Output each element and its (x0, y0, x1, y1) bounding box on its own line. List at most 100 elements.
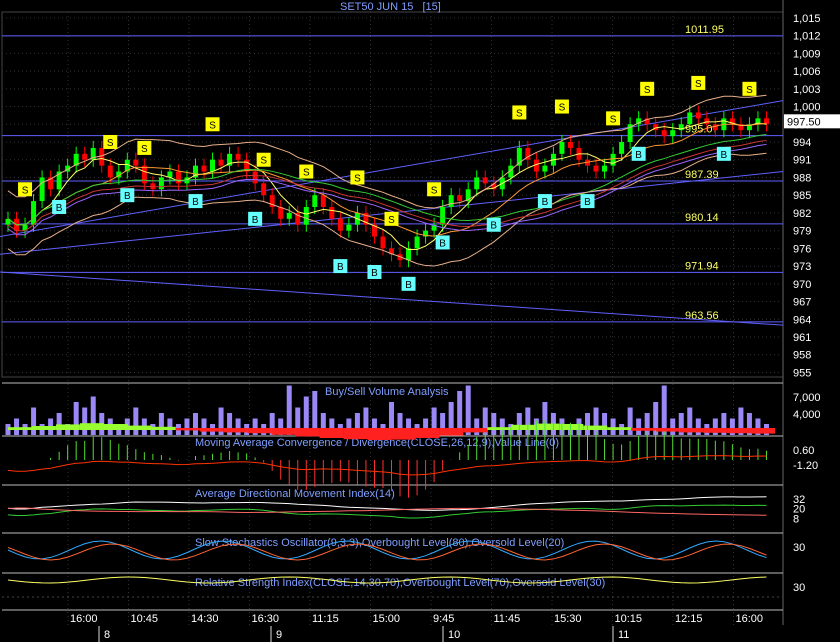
volume-oscillator-bar (655, 428, 680, 432)
volume-oscillator-bar (79, 423, 104, 430)
candle-body (542, 165, 548, 172)
volume-oscillator-bar (103, 424, 128, 430)
level-label: 980.14 (685, 212, 719, 224)
sell-signal-label: S (303, 168, 310, 179)
x-tick-label: 15:00 (373, 613, 401, 625)
chart-canvas[interactable]: 1,0151,0121,0091,0061,0031,0009979949919… (0, 0, 840, 642)
sell-signal-label: S (431, 185, 438, 196)
candle-body (610, 153, 616, 166)
symbol-label: SET50 JUN 15 (340, 1, 414, 13)
volume-oscillator-bar (535, 423, 560, 430)
panel-title: Average Directional Movement Index(14) (195, 488, 395, 500)
macd-line (7, 455, 767, 476)
volume-oscillator-bar (8, 427, 32, 430)
panel-tick-label: 0.60 (793, 445, 814, 457)
buy-signal-label: B (490, 221, 497, 232)
y-tick-label: 1,009 (793, 48, 821, 60)
volume-oscillator-bar (271, 428, 296, 435)
volume-bar (192, 413, 198, 435)
volume-bar (167, 418, 173, 435)
volume-oscillator-bar (295, 428, 320, 437)
x-tick-label: 10:45 (131, 613, 159, 625)
candle-body (474, 177, 480, 190)
candle-body (261, 183, 267, 196)
volume-bar (82, 407, 88, 435)
x-tick-label: 10:15 (615, 613, 643, 625)
y-tick-label: 988 (793, 172, 811, 184)
candle-body (567, 142, 573, 148)
y-tick-label: 961 (793, 332, 811, 344)
volume-bar (644, 413, 650, 435)
volume-oscillator-bar (343, 428, 368, 440)
y-tick-label: 964 (793, 314, 811, 326)
buy-signal-label: B (192, 197, 199, 208)
chart-window: 1,0151,0121,0091,0061,0031,0009979949919… (0, 0, 840, 642)
candle-body (661, 130, 667, 137)
volume-oscillator-bar (751, 428, 775, 434)
volume-bar (636, 418, 642, 435)
volume-bar (670, 418, 676, 435)
candle-body (99, 147, 105, 166)
panel-tick-label: -1.20 (793, 460, 818, 472)
chart-title: SET50 JUN 15 [15] (340, 1, 441, 13)
volume-oscillator-bar (487, 427, 512, 430)
interval-label: [15] (422, 1, 441, 13)
buy-signal-label: B (584, 197, 591, 208)
sell-signal-label: S (610, 114, 617, 125)
y-tick-label: 979 (793, 226, 811, 238)
volume-oscillator-bar (583, 425, 608, 430)
x-tick-label: 9:45 (433, 613, 454, 625)
y-tick-label: 958 (793, 350, 811, 362)
candle-body (337, 218, 343, 231)
candle-body (346, 224, 352, 231)
buy-signal-label: B (635, 150, 642, 161)
candle-body (687, 112, 693, 125)
panel-title: Slow Stochastics Oscillator(9,3,3),Overb… (195, 537, 564, 549)
day-label: 10 (448, 629, 460, 641)
volume-bar (491, 413, 497, 435)
y-tick-label: 1,003 (793, 84, 821, 96)
candle-body (593, 165, 599, 172)
volume-bar (465, 385, 471, 435)
moving-average-slow (7, 133, 767, 226)
sell-signal-label: S (354, 173, 361, 184)
sell-signal-label: S (107, 138, 114, 149)
buy-signal-label: B (371, 268, 378, 279)
volume-oscillator-bar (319, 428, 344, 438)
candle-body (602, 165, 608, 172)
sell-signal-label: S (644, 85, 651, 96)
volume-bar (31, 407, 37, 435)
volume-bar (695, 418, 701, 435)
buy-signal-label: B (252, 215, 259, 226)
x-tick-label: 12:15 (675, 613, 703, 625)
candle-body (158, 177, 164, 190)
y-tick-label: 970 (793, 279, 811, 291)
level-label: 971.94 (685, 260, 719, 272)
y-tick-label: 982 (793, 208, 811, 220)
buy-signal-label: B (439, 238, 446, 249)
candle-body (31, 201, 37, 225)
candle-body (619, 142, 625, 154)
panel-tick-label: 8 (793, 513, 799, 525)
volume-bar (661, 385, 667, 435)
y-tick-label: 967 (793, 297, 811, 309)
panel-title: Buy/Sell Volume Analysis (325, 386, 449, 398)
candle-body (133, 159, 139, 166)
volume-oscillator-bar (151, 426, 176, 430)
x-tick-label: 14:30 (191, 613, 219, 625)
x-tick-label: 15:30 (554, 613, 582, 625)
day-label: 8 (104, 629, 110, 641)
candle-body (278, 207, 284, 219)
volume-oscillator-bar (559, 424, 584, 430)
volume-oscillator-bar (175, 428, 200, 431)
buy-signal-label: B (337, 262, 344, 273)
candle-body (380, 236, 386, 249)
candle-body (235, 153, 241, 160)
y-tick-label: 1,000 (793, 102, 821, 114)
volume-bar (474, 418, 480, 435)
volume-bar (235, 418, 241, 435)
volume-oscillator-bar (247, 428, 272, 434)
candle-body (175, 171, 181, 184)
volume-bar (593, 407, 599, 435)
candle-body (201, 165, 207, 172)
